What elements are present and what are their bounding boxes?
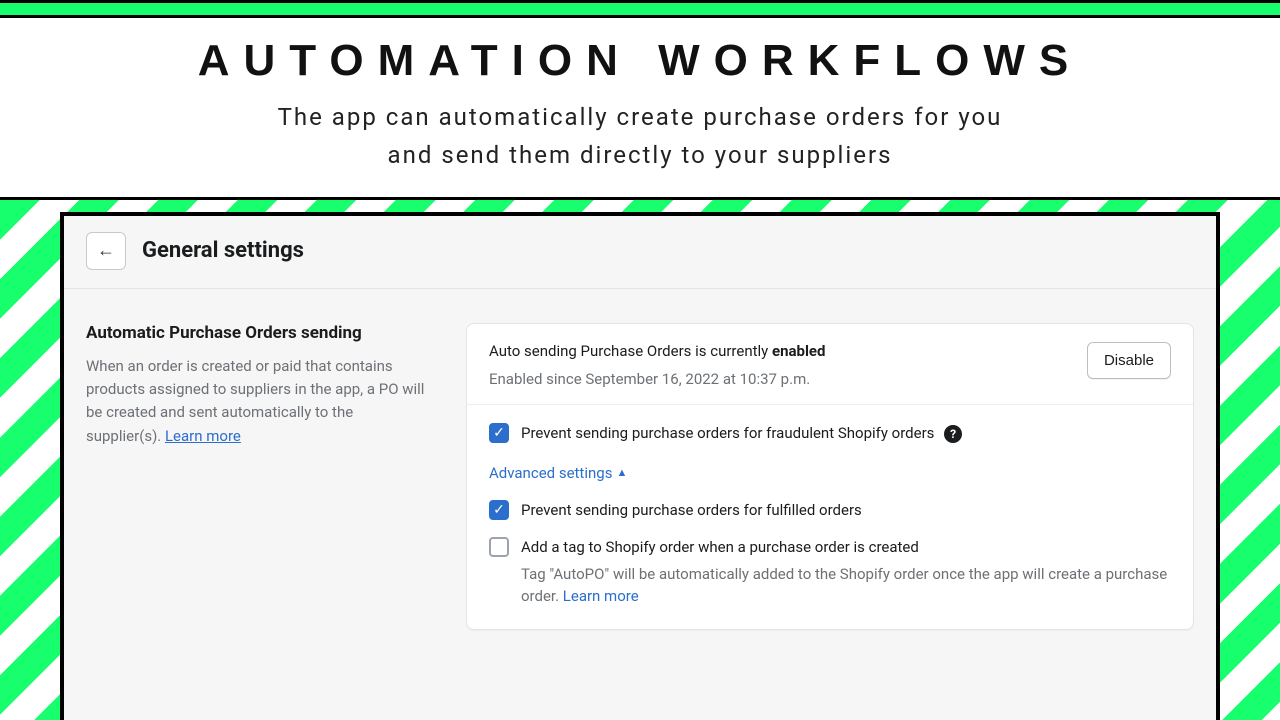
tag-label-block: Add a tag to Shopify order when a purcha… — [521, 537, 1171, 608]
hero-title: AUTOMATION WORKFLOWS — [0, 36, 1280, 86]
settings-card: Auto sending Purchase Orders is currentl… — [466, 323, 1194, 631]
section-description-text: When an order is created or paid that co… — [86, 357, 424, 445]
learn-more-link[interactable]: Learn more — [165, 427, 241, 445]
option-tag-row: Add a tag to Shopify order when a purcha… — [489, 537, 1171, 608]
top-accent-bar — [0, 0, 1280, 18]
fulfilled-label: Prevent sending purchase orders for fulf… — [521, 500, 862, 521]
option-fulfilled-row: ✓ Prevent sending purchase orders for fu… — [489, 500, 1171, 521]
section-description-column: Automatic Purchase Orders sending When a… — [86, 323, 426, 631]
striped-background: ← General settings Automatic Purchase Or… — [0, 200, 1280, 720]
panel-body: Automatic Purchase Orders sending When a… — [64, 289, 1216, 631]
back-button[interactable]: ← — [86, 232, 126, 270]
advanced-settings-toggle[interactable]: Advanced settings ▲ — [489, 464, 627, 482]
settings-panel: ← General settings Automatic Purchase Or… — [60, 212, 1220, 720]
section-description: When an order is created or paid that co… — [86, 355, 426, 448]
hero-subtitle-line1: The app can automatically create purchas… — [278, 103, 1003, 131]
page-title: General settings — [142, 238, 304, 263]
fraud-label: Prevent sending purchase orders for frau… — [521, 423, 962, 444]
hero-subtitle-line2: and send them directly to your suppliers — [388, 141, 893, 169]
fraud-label-text: Prevent sending purchase orders for frau… — [521, 424, 934, 442]
caret-up-icon: ▲ — [616, 466, 627, 479]
section-title: Automatic Purchase Orders sending — [86, 323, 426, 343]
fraud-checkbox[interactable]: ✓ — [489, 423, 509, 443]
card-header: Auto sending Purchase Orders is currentl… — [467, 324, 1193, 405]
hero-banner: AUTOMATION WORKFLOWS The app can automat… — [0, 18, 1280, 200]
tag-subtext: Tag "AutoPO" will be automatically added… — [521, 564, 1171, 608]
status-line: Auto sending Purchase Orders is currentl… — [489, 342, 825, 360]
help-icon[interactable]: ? — [944, 425, 962, 443]
panel-header: ← General settings — [64, 216, 1216, 289]
tag-label: Add a tag to Shopify order when a purcha… — [521, 537, 1171, 558]
status-prefix: Auto sending Purchase Orders is currentl… — [489, 342, 772, 360]
status-block: Auto sending Purchase Orders is currentl… — [489, 342, 825, 388]
card-body: ✓ Prevent sending purchase orders for fr… — [467, 405, 1193, 630]
tag-learn-more-link[interactable]: Learn more — [563, 587, 639, 605]
option-fraud-row: ✓ Prevent sending purchase orders for fr… — [489, 423, 1171, 444]
arrow-left-icon: ← — [97, 240, 115, 261]
tag-checkbox[interactable] — [489, 537, 509, 557]
hero-subtitle: The app can automatically create purchas… — [0, 98, 1280, 175]
status-enabled-since: Enabled since September 16, 2022 at 10:3… — [489, 370, 825, 388]
fulfilled-checkbox[interactable]: ✓ — [489, 500, 509, 520]
status-state: enabled — [772, 342, 826, 360]
advanced-settings-label: Advanced settings — [489, 464, 612, 482]
disable-button[interactable]: Disable — [1087, 342, 1171, 379]
